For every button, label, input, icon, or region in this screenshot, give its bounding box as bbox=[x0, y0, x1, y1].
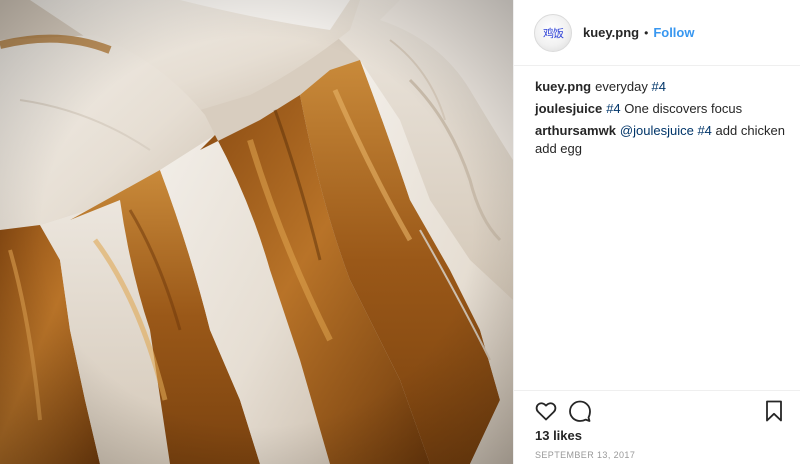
likes-count[interactable]: 13 likes bbox=[535, 428, 582, 443]
comment-icon bbox=[569, 400, 591, 422]
comment-item: arthursamwk @joulesjuice #4 add chicken a… bbox=[535, 122, 785, 158]
comment-item: kuey.png everyday #4 bbox=[535, 78, 785, 96]
instagram-post: 鸡饭 kuey.png • Follow kuey.png everyday #4… bbox=[0, 0, 800, 464]
comment-text: One discovers focus bbox=[624, 101, 743, 116]
follow-button[interactable]: Follow bbox=[653, 25, 694, 40]
comment-username[interactable]: arthursamwk bbox=[535, 123, 616, 138]
header-username[interactable]: kuey.png bbox=[583, 25, 639, 40]
comment-hashtag[interactable]: #4 bbox=[651, 79, 665, 94]
post-side-panel: 鸡饭 kuey.png • Follow kuey.png everyday #4… bbox=[513, 0, 800, 464]
comment-button[interactable] bbox=[568, 399, 592, 423]
comment-username[interactable]: joulesjuice bbox=[535, 101, 602, 116]
avatar-text: 鸡饭 bbox=[543, 26, 564, 40]
comment-list: kuey.png everyday #4 joulesjuice #4 One di… bbox=[535, 78, 785, 162]
header-separator: • bbox=[644, 25, 649, 40]
post-photo[interactable] bbox=[0, 0, 513, 464]
comment-hashtag[interactable]: #4 bbox=[697, 123, 711, 138]
post-actions: 13 likes SEPTEMBER 13, 2017 bbox=[514, 390, 800, 464]
like-button[interactable] bbox=[534, 399, 558, 423]
post-header: 鸡饭 kuey.png • Follow bbox=[514, 0, 800, 66]
heart-icon bbox=[535, 402, 557, 421]
post-date: SEPTEMBER 13, 2017 bbox=[535, 450, 636, 460]
chicken-photo bbox=[0, 0, 513, 464]
save-button[interactable] bbox=[762, 399, 786, 423]
comment-item: joulesjuice #4 One discovers focus bbox=[535, 100, 785, 118]
comment-text: everyday bbox=[595, 79, 648, 94]
comment-mention[interactable]: @joulesjuice bbox=[620, 123, 694, 138]
comment-hashtag[interactable]: #4 bbox=[606, 101, 620, 116]
comment-username[interactable]: kuey.png bbox=[535, 79, 591, 94]
avatar[interactable]: 鸡饭 bbox=[534, 13, 572, 52]
bookmark-icon bbox=[766, 400, 782, 422]
